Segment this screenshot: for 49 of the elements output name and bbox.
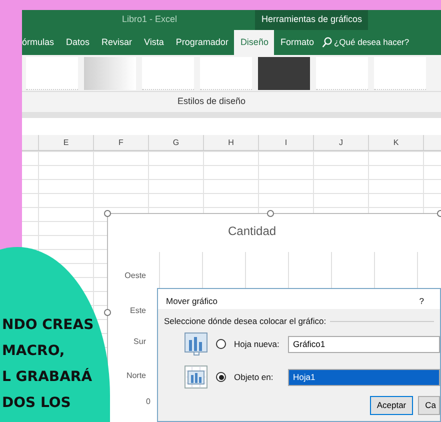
column-header[interactable]: G — [172, 136, 180, 148]
search-icon[interactable] — [322, 37, 332, 48]
embedded-chart-icon — [184, 365, 208, 390]
ribbon-tab[interactable]: Vista — [138, 30, 170, 55]
window-title: Libro1 - Excel — [122, 13, 178, 26]
column-header[interactable]: I — [284, 136, 288, 148]
ribbon-tab[interactable]: Revisar — [96, 30, 138, 55]
axis-label: Este — [130, 305, 146, 317]
radio-button[interactable] — [216, 372, 226, 382]
axis-label: 0 — [146, 396, 150, 408]
resize-handle[interactable] — [104, 309, 111, 316]
group-label: Estilos de diseño — [177, 95, 246, 108]
axis-label: Norte — [126, 370, 146, 382]
dialog-prompt: Seleccione dónde desea colocar el gráfico: — [164, 315, 326, 328]
chart-title: Cantidad — [228, 223, 276, 240]
axis-label: Sur — [134, 336, 146, 348]
chart-style-thumbnail[interactable] — [26, 56, 78, 90]
text-field[interactable]: Gráfico1 — [288, 336, 440, 353]
ribbon-tab[interactable]: órmulas — [22, 30, 60, 55]
ribbon-tab[interactable]: Datos — [60, 30, 96, 55]
column-header[interactable]: H — [228, 136, 234, 148]
help-button[interactable]: ? — [419, 295, 424, 309]
chart-style-thumbnail[interactable] — [84, 56, 136, 90]
option-label: Hoja nueva: — [234, 338, 280, 351]
chart-style-thumbnail[interactable] — [258, 56, 310, 90]
resize-handle[interactable] — [267, 210, 274, 217]
column-header[interactable]: J — [339, 136, 343, 148]
dialog-button[interactable]: Ca — [418, 396, 440, 414]
text-field[interactable]: Hoja1 — [288, 368, 440, 386]
column-header[interactable]: F — [118, 136, 124, 148]
option-label: Objeto en: — [234, 370, 274, 384]
ribbon-tab[interactable]: Diseño — [234, 30, 274, 55]
dialog-title: Mover gráfico — [166, 295, 218, 308]
resize-handle[interactable] — [104, 210, 111, 217]
column-header[interactable]: E — [63, 136, 69, 148]
ribbon-tab[interactable]: Formato — [274, 30, 320, 55]
dialog-button[interactable]: Aceptar — [370, 396, 414, 414]
chart-style-thumbnail[interactable] — [200, 56, 252, 90]
chart-style-thumbnail[interactable] — [374, 56, 426, 90]
ribbon-tab[interactable]: Programador — [170, 30, 234, 55]
chart-style-thumbnail[interactable] — [316, 56, 368, 90]
chart-sheet-icon — [184, 332, 208, 356]
chart-style-thumbnail[interactable] — [142, 56, 194, 90]
radio-button[interactable] — [216, 339, 226, 350]
contextual-tab-label: Herramientas de gráficos — [255, 10, 368, 30]
banner-text: NDO CREAS MACRO, L GRABARÁ DOS LOS — [2, 316, 94, 413]
axis-label: Oeste — [124, 270, 146, 282]
column-header[interactable]: K — [393, 136, 399, 148]
search-field[interactable]: ¿Qué desea hacer? — [334, 36, 410, 49]
